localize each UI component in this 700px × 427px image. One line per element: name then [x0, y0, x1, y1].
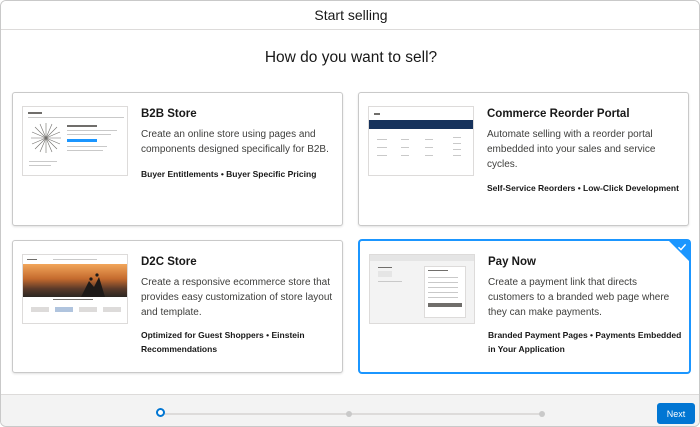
- b2b-store-option-card[interactable]: B2B Store Create an online store using p…: [12, 92, 343, 226]
- card-features: Self-Service Reorders • Low-Click Develo…: [487, 183, 679, 193]
- card-title: Pay Now: [488, 256, 536, 268]
- card-description: Automate selling with a reorder portal e…: [487, 129, 656, 170]
- d2c-store-preview-image: [22, 254, 128, 324]
- card-title: Commerce Reorder Portal: [487, 108, 630, 120]
- commerce-reorder-portal-option-card[interactable]: Commerce Reorder Portal Automate selling…: [358, 92, 689, 226]
- progress-step-current: [156, 408, 165, 417]
- card-description: Create a responsive ecommerce store that…: [141, 277, 333, 318]
- d2c-store-option-card[interactable]: D2C Store Create a responsive ecommerce …: [12, 240, 343, 373]
- card-title: D2C Store: [141, 256, 197, 268]
- progress-track: [161, 413, 543, 415]
- page-heading: How do you want to sell?: [264, 49, 438, 66]
- reorder-portal-preview-image: [368, 106, 474, 176]
- check-icon: [678, 243, 687, 251]
- card-description: Create a payment link that directs custo…: [488, 277, 670, 318]
- dialog-header: Start selling: [1, 1, 699, 30]
- pay-now-preview-image: [369, 254, 475, 324]
- card-features: Optimized for Guest Shoppers • Einstein …: [141, 330, 305, 354]
- b2b-store-preview-image: [22, 106, 128, 176]
- card-title: B2B Store: [141, 108, 197, 120]
- card-features: Buyer Entitlements • Buyer Specific Pric…: [141, 169, 317, 179]
- next-button[interactable]: Next: [657, 403, 695, 424]
- pay-now-option-card[interactable]: Pay Now Create a payment link that direc…: [359, 240, 690, 373]
- start-selling-dialog: Start selling How do you want to sell? B…: [0, 0, 700, 427]
- card-features: Branded Payment Pages • Payments Embedde…: [488, 330, 682, 354]
- progress-step: [346, 411, 352, 417]
- dialog-title: Start selling: [314, 7, 388, 23]
- card-description: Create an online store using pages and c…: [141, 129, 329, 155]
- progress-step: [539, 411, 545, 417]
- dialog-footer: Next: [1, 394, 699, 426]
